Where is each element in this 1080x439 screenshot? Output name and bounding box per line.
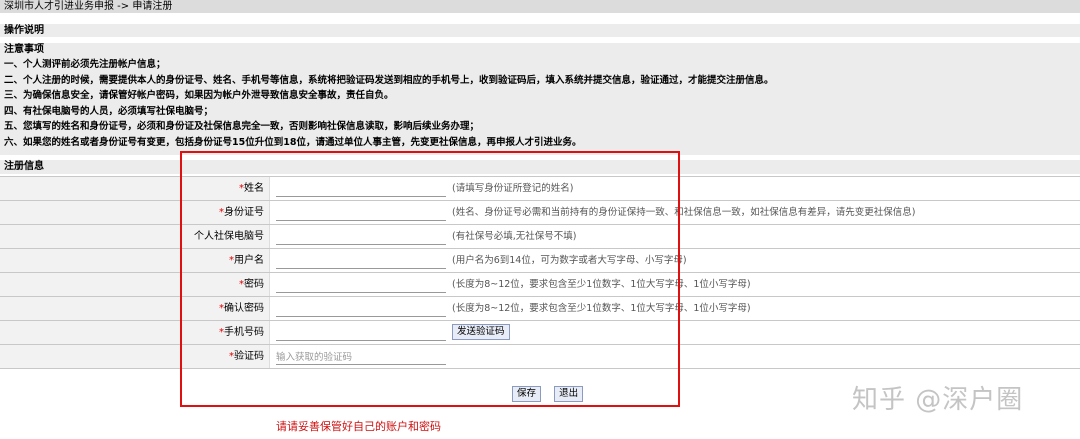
form-row-confirm-password: *确认密码 (长度为8~12位，要求包含至少1位数字、1位大写字母、1位小写字母… xyxy=(0,296,1080,321)
form-row-code: *验证码 xyxy=(0,344,1080,369)
form-row-phone: *手机号码 发送验证码 xyxy=(0,320,1080,345)
form-row-username: *用户名 (用户名为6到14位，可为数字或者大写字母、小写字母) xyxy=(0,248,1080,273)
code-label-text: 验证码 xyxy=(234,351,264,362)
phone-label-text: 手机号码 xyxy=(224,327,264,338)
password-hint: (长度为8~12位，要求包含至少1位数字、1位大写字母、1位小写字母) xyxy=(452,279,751,290)
username-input[interactable] xyxy=(276,254,446,269)
confirm-password-input[interactable] xyxy=(276,302,446,317)
form-row-social-security: 个人社保电脑号 (有社保号必填,无社保号不填) xyxy=(0,224,1080,249)
confirm-password-hint: (长度为8~12位，要求包含至少1位数字、1位大写字母、1位小写字母) xyxy=(452,303,751,314)
name-hint: (请填写身份证所登记的姓名) xyxy=(452,183,574,194)
password-label: *密码 xyxy=(0,273,270,296)
social-security-hint: (有社保号必填,无社保号不填) xyxy=(452,231,577,242)
phone-input[interactable] xyxy=(276,326,446,341)
social-security-label-text: 个人社保电脑号 xyxy=(194,231,264,242)
social-security-label: 个人社保电脑号 xyxy=(0,225,270,248)
name-input[interactable] xyxy=(276,182,446,197)
id-number-hint: (姓名、身份证号必需和当前持有的身份证保持一致、和社保信息一致，如社保信息有差异… xyxy=(452,207,916,218)
password-label-text: 密码 xyxy=(244,279,264,290)
name-label: *姓名 xyxy=(0,177,270,200)
save-button[interactable]: 保存 xyxy=(512,386,542,402)
password-input[interactable] xyxy=(276,278,446,293)
note-item: 五、您填写的姓名和身份证号，必须和身份证及社保信息完全一致，否则影响社保信息读取… xyxy=(4,121,480,133)
form-actions: 保存 退出 xyxy=(512,381,591,402)
social-security-input[interactable] xyxy=(276,230,446,245)
register-section-header: 注册信息 xyxy=(0,160,1080,174)
note-item: 六、如果您的姓名或者身份证号有变更，包括身份证号15位升位到18位，请通过单位人… xyxy=(4,136,582,148)
username-label-text: 用户名 xyxy=(234,255,264,266)
form-row-password: *密码 (长度为8~12位，要求包含至少1位数字、1位大写字母、1位小写字母) xyxy=(0,272,1080,297)
note-item: 三、为确保信息安全，请保管好帐户密码，如果因为帐户外泄导致信息安全事故，责任自负… xyxy=(4,90,394,102)
id-number-input[interactable] xyxy=(276,206,446,221)
note-item: 一、个人测评前必须先注册帐户信息； xyxy=(4,59,166,70)
username-label: *用户名 xyxy=(0,249,270,272)
phone-label: *手机号码 xyxy=(0,321,270,344)
notes-title: 注意事项 xyxy=(4,44,44,55)
note-item: 四、有社保电脑号的人员，必须填写社保电脑号； xyxy=(4,105,214,117)
id-number-label: *身份证号 xyxy=(0,201,270,224)
warning-text: 请请妥善保管好自己的账户和密码 xyxy=(276,420,441,433)
form-row-name: *姓名 (请填写身份证所登记的姓名) xyxy=(0,176,1080,201)
code-input[interactable] xyxy=(276,350,446,365)
form-row-id-number: *身份证号 (姓名、身份证号必需和当前持有的身份证保持一致、和社保信息一致，如社… xyxy=(0,200,1080,225)
name-label-text: 姓名 xyxy=(244,183,264,194)
watermark: 知乎 @深户圈 xyxy=(852,385,1024,415)
confirm-password-label-text: 确认密码 xyxy=(224,303,264,314)
operation-section-header: 操作说明 xyxy=(0,24,1080,37)
breadcrumb: 深圳市人才引进业务申报 -> 申请注册 xyxy=(0,0,1080,13)
username-hint: (用户名为6到14位，可为数字或者大写字母、小写字母) xyxy=(452,255,687,266)
form-bottom-divider xyxy=(0,368,1080,369)
note-item: 二、个人注册的时候，需要提供本人的身份证号、姓名、手机号等信息，系统将把验证码发… xyxy=(4,74,774,86)
notes-section: 注意事项 一、个人测评前必须先注册帐户信息； 二、个人注册的时候，需要提供本人的… xyxy=(0,43,1080,155)
exit-button[interactable]: 退出 xyxy=(554,386,584,402)
send-code-button[interactable]: 发送验证码 xyxy=(452,324,510,340)
id-number-label-text: 身份证号 xyxy=(224,207,264,218)
confirm-password-label: *确认密码 xyxy=(0,297,270,320)
code-label: *验证码 xyxy=(0,345,270,368)
